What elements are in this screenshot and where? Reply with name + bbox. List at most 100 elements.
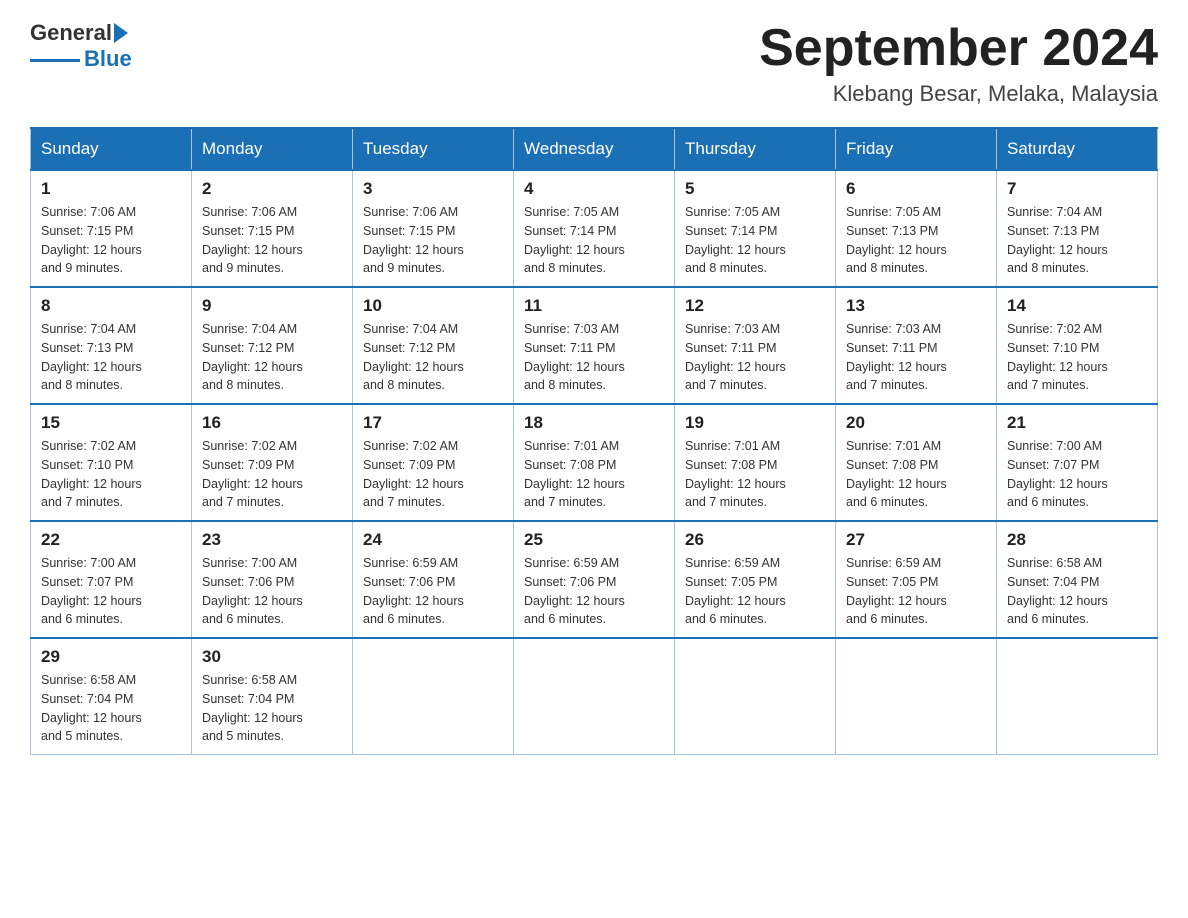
day-number: 22 [41,530,181,550]
location-title: Klebang Besar, Melaka, Malaysia [759,81,1158,107]
day-number: 28 [1007,530,1147,550]
calendar-cell-w3-d5: 19 Sunrise: 7:01 AM Sunset: 7:08 PM Dayl… [675,404,836,521]
day-info: Sunrise: 7:02 AM Sunset: 7:10 PM Dayligh… [41,437,181,512]
calendar-cell-w3-d2: 16 Sunrise: 7:02 AM Sunset: 7:09 PM Dayl… [192,404,353,521]
logo: General Blue [30,20,132,72]
calendar-week-5: 29 Sunrise: 6:58 AM Sunset: 7:04 PM Dayl… [31,638,1158,755]
calendar-cell-w2-d2: 9 Sunrise: 7:04 AM Sunset: 7:12 PM Dayli… [192,287,353,404]
calendar-week-2: 8 Sunrise: 7:04 AM Sunset: 7:13 PM Dayli… [31,287,1158,404]
day-number: 2 [202,179,342,199]
day-number: 26 [685,530,825,550]
day-number: 24 [363,530,503,550]
day-number: 21 [1007,413,1147,433]
calendar-cell-w4-d3: 24 Sunrise: 6:59 AM Sunset: 7:06 PM Dayl… [353,521,514,638]
calendar-cell-w1-d6: 6 Sunrise: 7:05 AM Sunset: 7:13 PM Dayli… [836,170,997,287]
calendar-cell-w5-d1: 29 Sunrise: 6:58 AM Sunset: 7:04 PM Dayl… [31,638,192,755]
day-number: 14 [1007,296,1147,316]
logo-line [30,59,80,62]
day-number: 6 [846,179,986,199]
day-number: 15 [41,413,181,433]
day-info: Sunrise: 7:06 AM Sunset: 7:15 PM Dayligh… [363,203,503,278]
calendar-cell-w4-d5: 26 Sunrise: 6:59 AM Sunset: 7:05 PM Dayl… [675,521,836,638]
calendar-week-3: 15 Sunrise: 7:02 AM Sunset: 7:10 PM Dayl… [31,404,1158,521]
calendar-header-row: Sunday Monday Tuesday Wednesday Thursday… [31,128,1158,170]
day-info: Sunrise: 7:04 AM Sunset: 7:12 PM Dayligh… [363,320,503,395]
day-info: Sunrise: 7:05 AM Sunset: 7:13 PM Dayligh… [846,203,986,278]
day-info: Sunrise: 7:06 AM Sunset: 7:15 PM Dayligh… [202,203,342,278]
day-info: Sunrise: 6:58 AM Sunset: 7:04 PM Dayligh… [41,671,181,746]
calendar-cell-w2-d4: 11 Sunrise: 7:03 AM Sunset: 7:11 PM Dayl… [514,287,675,404]
header-sunday: Sunday [31,128,192,170]
calendar-cell-w2-d5: 12 Sunrise: 7:03 AM Sunset: 7:11 PM Dayl… [675,287,836,404]
day-info: Sunrise: 6:59 AM Sunset: 7:05 PM Dayligh… [846,554,986,629]
calendar-cell-w2-d1: 8 Sunrise: 7:04 AM Sunset: 7:13 PM Dayli… [31,287,192,404]
day-info: Sunrise: 7:04 AM Sunset: 7:13 PM Dayligh… [41,320,181,395]
calendar-cell-w2-d7: 14 Sunrise: 7:02 AM Sunset: 7:10 PM Dayl… [997,287,1158,404]
day-info: Sunrise: 7:02 AM Sunset: 7:10 PM Dayligh… [1007,320,1147,395]
day-number: 7 [1007,179,1147,199]
day-number: 11 [524,296,664,316]
calendar-cell-w5-d6 [836,638,997,755]
day-number: 10 [363,296,503,316]
day-number: 25 [524,530,664,550]
day-info: Sunrise: 7:03 AM Sunset: 7:11 PM Dayligh… [846,320,986,395]
day-number: 16 [202,413,342,433]
day-info: Sunrise: 7:06 AM Sunset: 7:15 PM Dayligh… [41,203,181,278]
logo-text-black: General [30,20,112,46]
day-info: Sunrise: 7:04 AM Sunset: 7:13 PM Dayligh… [1007,203,1147,278]
day-info: Sunrise: 6:58 AM Sunset: 7:04 PM Dayligh… [202,671,342,746]
calendar-cell-w1-d7: 7 Sunrise: 7:04 AM Sunset: 7:13 PM Dayli… [997,170,1158,287]
calendar-cell-w3-d3: 17 Sunrise: 7:02 AM Sunset: 7:09 PM Dayl… [353,404,514,521]
day-info: Sunrise: 7:05 AM Sunset: 7:14 PM Dayligh… [685,203,825,278]
day-info: Sunrise: 7:02 AM Sunset: 7:09 PM Dayligh… [202,437,342,512]
day-info: Sunrise: 6:59 AM Sunset: 7:05 PM Dayligh… [685,554,825,629]
calendar-cell-w5-d2: 30 Sunrise: 6:58 AM Sunset: 7:04 PM Dayl… [192,638,353,755]
day-number: 8 [41,296,181,316]
calendar-cell-w1-d2: 2 Sunrise: 7:06 AM Sunset: 7:15 PM Dayli… [192,170,353,287]
page-header: General Blue September 2024 Klebang Besa… [30,20,1158,107]
day-number: 4 [524,179,664,199]
day-info: Sunrise: 7:02 AM Sunset: 7:09 PM Dayligh… [363,437,503,512]
day-number: 1 [41,179,181,199]
day-number: 13 [846,296,986,316]
header-friday: Friday [836,128,997,170]
day-info: Sunrise: 7:04 AM Sunset: 7:12 PM Dayligh… [202,320,342,395]
calendar-cell-w3-d6: 20 Sunrise: 7:01 AM Sunset: 7:08 PM Dayl… [836,404,997,521]
calendar-cell-w5-d4 [514,638,675,755]
day-number: 12 [685,296,825,316]
calendar-cell-w5-d3 [353,638,514,755]
day-number: 30 [202,647,342,667]
header-wednesday: Wednesday [514,128,675,170]
calendar-cell-w1-d3: 3 Sunrise: 7:06 AM Sunset: 7:15 PM Dayli… [353,170,514,287]
calendar-cell-w4-d4: 25 Sunrise: 6:59 AM Sunset: 7:06 PM Dayl… [514,521,675,638]
day-info: Sunrise: 7:00 AM Sunset: 7:07 PM Dayligh… [1007,437,1147,512]
calendar-cell-w4-d6: 27 Sunrise: 6:59 AM Sunset: 7:05 PM Dayl… [836,521,997,638]
month-title: September 2024 [759,20,1158,77]
calendar-cell-w5-d5 [675,638,836,755]
day-number: 18 [524,413,664,433]
logo-text-blue: Blue [84,46,132,72]
day-info: Sunrise: 7:00 AM Sunset: 7:06 PM Dayligh… [202,554,342,629]
day-info: Sunrise: 7:01 AM Sunset: 7:08 PM Dayligh… [524,437,664,512]
calendar-cell-w3-d7: 21 Sunrise: 7:00 AM Sunset: 7:07 PM Dayl… [997,404,1158,521]
day-info: Sunrise: 6:59 AM Sunset: 7:06 PM Dayligh… [524,554,664,629]
day-number: 3 [363,179,503,199]
logo-triangle-icon [114,23,128,43]
title-block: September 2024 Klebang Besar, Melaka, Ma… [759,20,1158,107]
calendar-cell-w4-d7: 28 Sunrise: 6:58 AM Sunset: 7:04 PM Dayl… [997,521,1158,638]
day-number: 17 [363,413,503,433]
calendar-cell-w2-d3: 10 Sunrise: 7:04 AM Sunset: 7:12 PM Dayl… [353,287,514,404]
calendar-cell-w1-d1: 1 Sunrise: 7:06 AM Sunset: 7:15 PM Dayli… [31,170,192,287]
day-info: Sunrise: 7:03 AM Sunset: 7:11 PM Dayligh… [685,320,825,395]
calendar-cell-w2-d6: 13 Sunrise: 7:03 AM Sunset: 7:11 PM Dayl… [836,287,997,404]
day-number: 5 [685,179,825,199]
day-number: 9 [202,296,342,316]
day-info: Sunrise: 7:00 AM Sunset: 7:07 PM Dayligh… [41,554,181,629]
header-tuesday: Tuesday [353,128,514,170]
calendar-week-1: 1 Sunrise: 7:06 AM Sunset: 7:15 PM Dayli… [31,170,1158,287]
day-info: Sunrise: 7:01 AM Sunset: 7:08 PM Dayligh… [846,437,986,512]
header-thursday: Thursday [675,128,836,170]
calendar-cell-w3-d4: 18 Sunrise: 7:01 AM Sunset: 7:08 PM Dayl… [514,404,675,521]
day-number: 27 [846,530,986,550]
day-info: Sunrise: 7:03 AM Sunset: 7:11 PM Dayligh… [524,320,664,395]
